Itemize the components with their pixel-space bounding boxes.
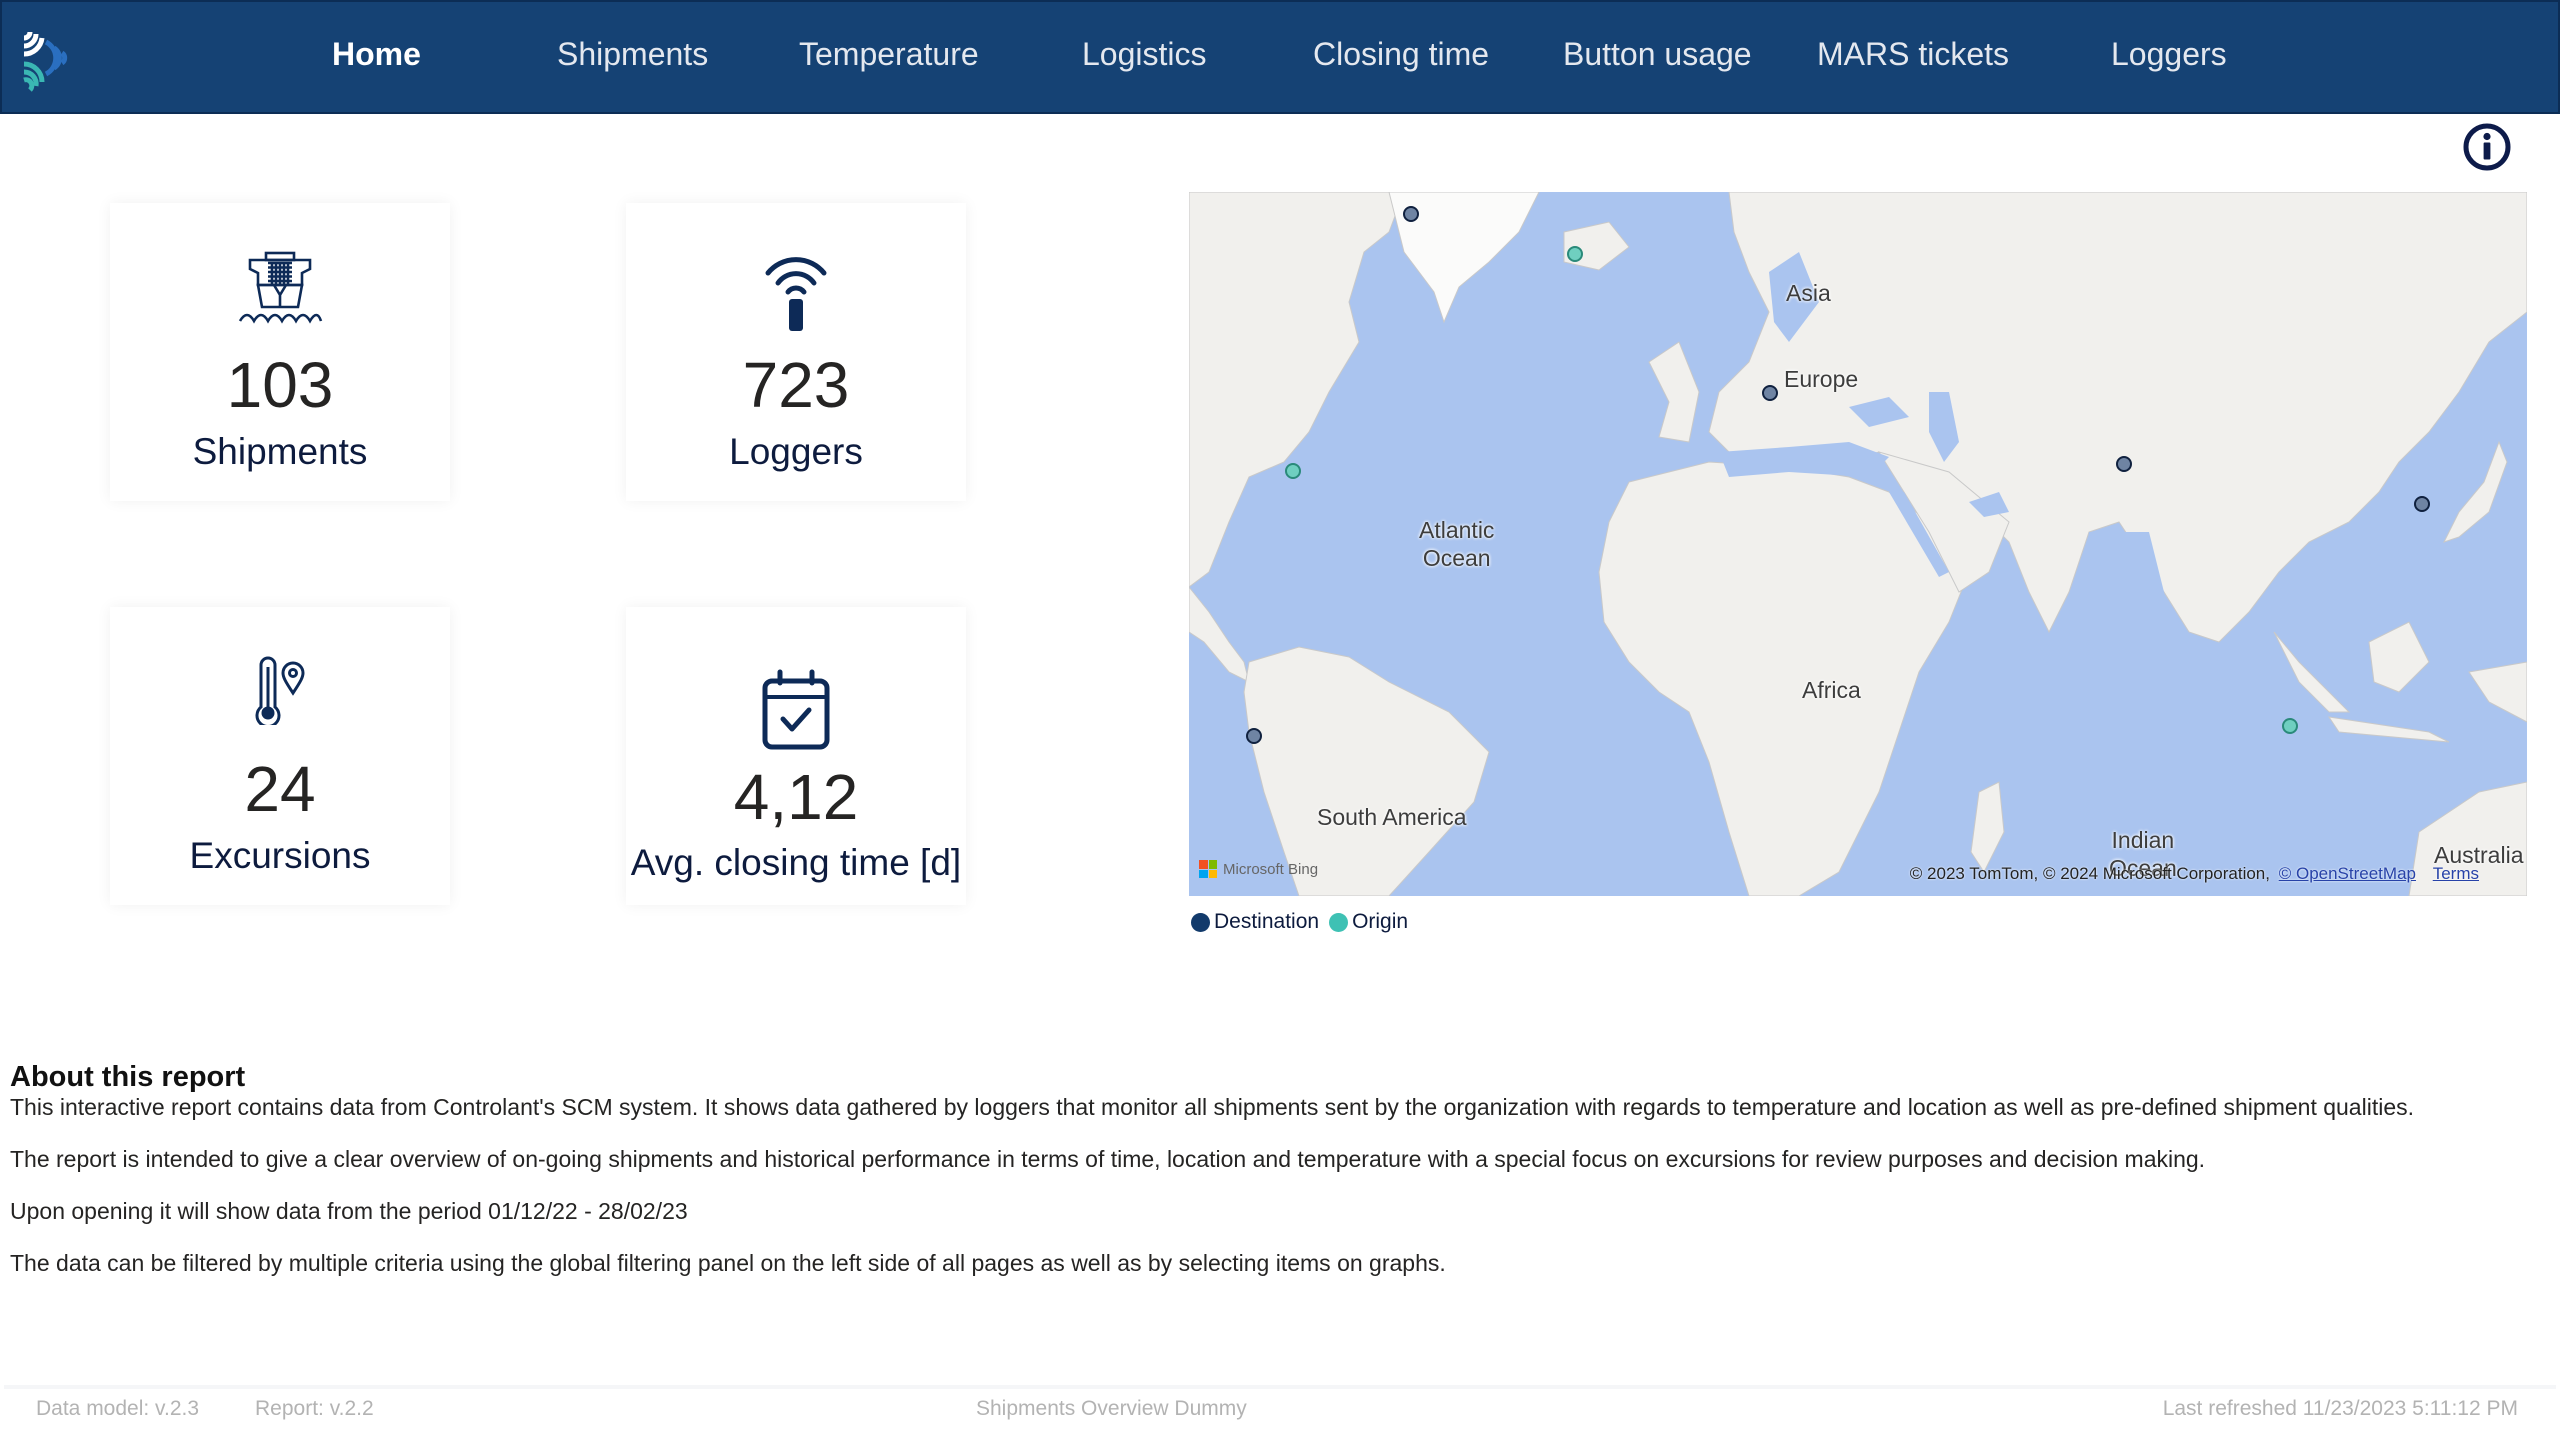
nav-tab-shipments[interactable]: Shipments (557, 36, 708, 73)
bing-logo: Microsoft Bing (1199, 860, 1318, 878)
nav-tab-button-usage[interactable]: Button usage (1563, 36, 1752, 73)
map-label-south-america: South America (1317, 804, 1467, 830)
info-icon[interactable] (2462, 122, 2512, 172)
kpi-value-shipments: 103 (226, 349, 334, 421)
about-paragraph: Upon opening it will show data from the … (10, 1198, 688, 1224)
openstreetmap-link[interactable]: © OpenStreetMap (2279, 864, 2416, 883)
about-paragraph: This interactive report contains data fr… (10, 1094, 2414, 1120)
land-south-america (1243, 646, 1490, 896)
kpi-value-loggers: 723 (742, 349, 850, 421)
kpi-label-loggers: Loggers (729, 431, 863, 472)
kpi-label-closing-time: Avg. closing time [d] (630, 842, 962, 883)
signal-logger-icon (765, 257, 827, 331)
map-provider-label: Microsoft Bing (1223, 860, 1319, 878)
map-marker-destination[interactable] (1762, 385, 1778, 401)
map-marker-destination[interactable] (1403, 206, 1419, 222)
about-paragraph: The data can be filtered by multiple cri… (10, 1250, 1446, 1276)
footer-divider (4, 1385, 2556, 1389)
land-java (2327, 716, 2450, 743)
kpi-card-excursions: 24 Excursions (110, 607, 450, 905)
ship-icon (238, 251, 323, 324)
controlant-logo-icon[interactable] (16, 24, 80, 94)
about-section: About this report This interactive repor… (10, 1060, 2550, 1302)
kpi-label-shipments: Shipments (192, 431, 368, 472)
kpi-value-excursions: 24 (244, 753, 316, 825)
legend-entry-destination[interactable]: Destination (1191, 910, 1319, 934)
land-north-america (1189, 192, 1405, 588)
map-marker-origin[interactable] (1285, 463, 1301, 479)
map-marker-destination[interactable] (1246, 728, 1262, 744)
land-new-guinea (2468, 661, 2527, 723)
legend-label-destination: Destination (1214, 910, 1320, 933)
kpi-value-closing-time: 4,12 (733, 761, 859, 833)
nav-tab-loggers[interactable]: Loggers (2111, 36, 2227, 73)
legend-dot-destination (1191, 912, 1210, 932)
map-marker-destination[interactable] (2414, 496, 2430, 512)
land-madagascar (1970, 781, 2005, 874)
footer-last-refreshed: Last refreshed 11/23/2023 5:11:12 PM (2162, 1397, 2518, 1420)
kpi-card-shipments: 103 Shipments (110, 203, 450, 501)
map-label-asia: Asia (1786, 280, 1831, 306)
land-uk (1648, 341, 1700, 443)
about-title: About this report (10, 1061, 246, 1093)
map-label-africa: Africa (1802, 677, 1861, 703)
land-central-america (1189, 586, 1250, 683)
map-attribution-text: © 2023 TomTom, © 2024 Microsoft Corporat… (1909, 864, 2270, 883)
map-label-europe: Europe (1784, 366, 1859, 392)
map-basemap (1189, 192, 2527, 896)
nav-tab-temperature[interactable]: Temperature (799, 36, 979, 73)
nav-tab-closing-time[interactable]: Closing time (1313, 36, 1489, 73)
about-paragraph: The report is intended to give a clear o… (10, 1146, 2206, 1172)
microsoft-logo-icon (1199, 860, 1217, 878)
kpi-label-excursions: Excursions (189, 835, 371, 876)
land-indonesia (2273, 631, 2351, 713)
legend-entry-origin[interactable]: Origin (1329, 910, 1408, 934)
thermometer-pin-icon (255, 656, 305, 725)
footer-report-version: Report: v.2.2 (255, 1397, 374, 1420)
nav-tab-mars-tickets[interactable]: MARS tickets (1817, 36, 2009, 73)
kpi-card-avg-closing-time: 4,12 Avg. closing time [d] (626, 607, 966, 905)
kpi-card-loggers: 723 Loggers (626, 203, 966, 501)
map-legend: Destination Origin (1191, 910, 1418, 934)
nav-tab-home[interactable]: Home (332, 36, 421, 73)
footer-report-title: Shipments Overview Dummy (976, 1397, 1247, 1420)
map-label-atlantic-ocean: Atlantic Ocean (1419, 517, 1495, 571)
top-nav-bar: Home Shipments Temperature Logistics Clo… (0, 0, 2560, 114)
nav-tab-logistics[interactable]: Logistics (1082, 36, 1207, 73)
terms-link[interactable]: Terms (2433, 864, 2479, 883)
legend-label-origin: Origin (1352, 910, 1409, 933)
calendar-check-icon (762, 669, 830, 750)
map-attribution: © 2023 TomTom, © 2024 Microsoft Corporat… (1910, 864, 2479, 884)
shipments-map[interactable]: Asia Europe Atlantic Ocean Africa South … (1189, 192, 2527, 896)
footer-data-model-version: Data model: v.2.3 (36, 1397, 200, 1420)
map-marker-origin[interactable] (2282, 718, 2298, 734)
land-borneo (2368, 621, 2430, 693)
sea-japan (2434, 422, 2479, 492)
map-marker-origin[interactable] (1567, 246, 1583, 262)
legend-dot-origin (1329, 912, 1349, 932)
map-marker-destination[interactable] (2116, 456, 2132, 472)
